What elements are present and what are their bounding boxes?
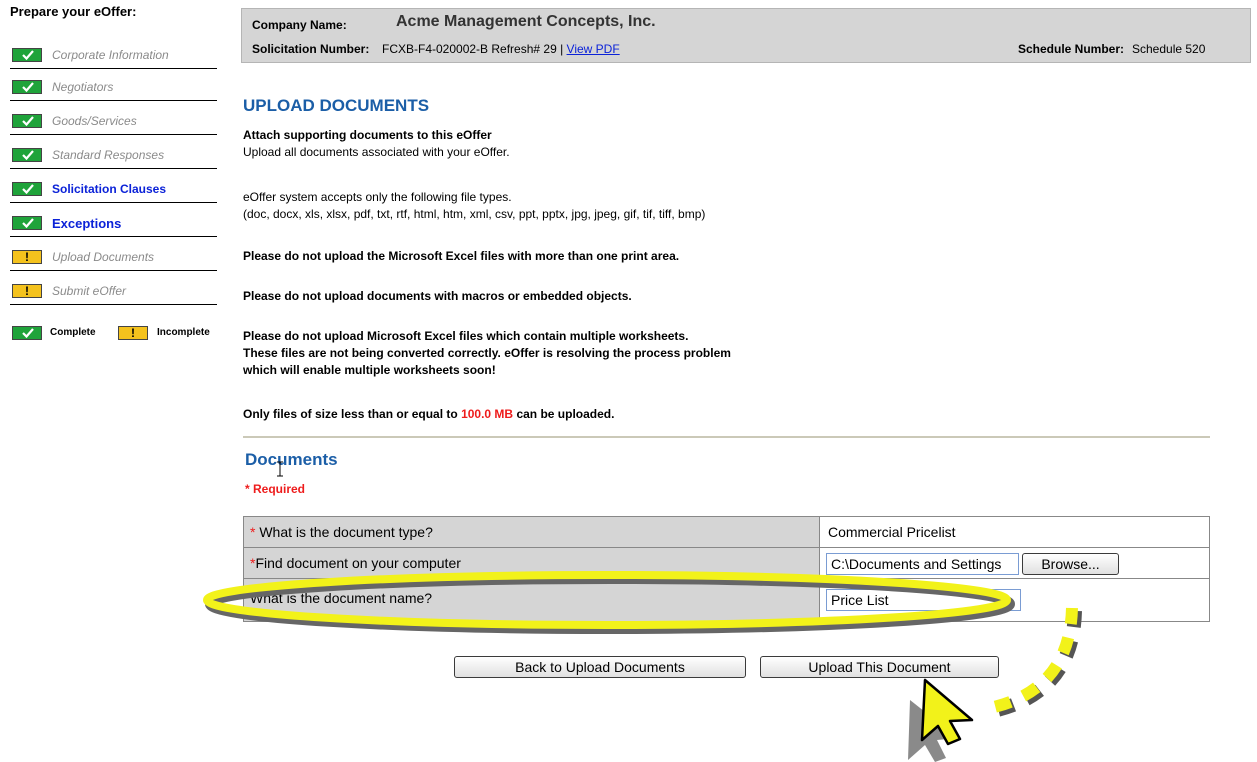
subtitle: Attach supporting documents to this eOff…	[243, 128, 492, 142]
pointer-cursor-icon	[908, 678, 974, 762]
sidebar-item-label: Standard Responses	[52, 148, 165, 162]
warning-worksheets-1: Please do not upload Microsoft Excel fil…	[243, 329, 689, 343]
check-icon	[12, 48, 42, 62]
answer-cell: Commercial Pricelist	[821, 517, 1209, 547]
warning-macros: Please do not upload documents with macr…	[243, 289, 632, 303]
file-path-input[interactable]: C:\Documents and Settings	[826, 553, 1019, 575]
document-type-row: * What is the document type? Commercial …	[244, 517, 1209, 548]
question-label: What is the document name?	[250, 590, 433, 606]
answer-cell: C:\Documents and Settings Browse...	[821, 548, 1209, 578]
warning-worksheets-2: These files are not being converted corr…	[243, 346, 731, 360]
sidebar-item-solicitation-clauses[interactable]: Solicitation Clauses	[10, 172, 217, 203]
sidebar-item-label: Goods/Services	[52, 114, 137, 128]
sidebar-item-label: Negotiators	[52, 80, 114, 94]
question-cell: *Find document on your computer	[244, 548, 820, 578]
document-type-value: Commercial Pricelist	[828, 524, 956, 540]
solicitation-label: Solicitation Number:	[252, 42, 370, 56]
schedule-number: Schedule 520	[1132, 42, 1206, 56]
offer-header: Company Name: Acme Management Concepts, …	[241, 8, 1251, 63]
legend-incomplete-label: Incomplete	[157, 327, 210, 338]
document-name-row: What is the document name? Price List	[244, 579, 1209, 621]
status-legend: Complete ! Incomplete	[10, 326, 222, 344]
divider	[243, 436, 1210, 438]
legend-complete-label: Complete	[50, 327, 96, 338]
check-icon	[12, 80, 42, 94]
sidebar-item-negotiators[interactable]: Negotiators	[10, 70, 217, 101]
required-note: * Required	[245, 482, 306, 496]
browse-button[interactable]: Browse...	[1022, 553, 1119, 575]
file-size-limit: Only files of size less than or equal to…	[243, 407, 614, 421]
documents-heading: Documents	[245, 450, 338, 469]
warning-icon: !	[12, 250, 42, 264]
warning-print-area: Please do not upload the Microsoft Excel…	[243, 249, 680, 263]
sidebar-item-label: Upload Documents	[52, 250, 155, 264]
size-value: 100.0 MB	[461, 407, 514, 421]
warning-icon: !	[118, 326, 148, 340]
required-star: *	[250, 524, 256, 540]
sidebar-item-goods-services[interactable]: Goods/Services	[10, 104, 217, 135]
solicitation-value: FCXB-F4-020002-B Refresh# 29 |	[382, 42, 564, 56]
intro-text: Upload all documents associated with you…	[243, 145, 510, 159]
sidebar-item-upload-documents[interactable]: ! Upload Documents	[10, 240, 217, 271]
upload-this-document-button[interactable]: Upload This Document	[760, 656, 999, 678]
back-to-upload-documents-button[interactable]: Back to Upload Documents	[454, 656, 746, 678]
sidebar-item-label: Corporate Information	[52, 48, 169, 62]
question-label: What is the document type?	[259, 524, 433, 540]
check-icon	[12, 148, 42, 162]
sidebar-item-exceptions[interactable]: Exceptions	[10, 206, 217, 237]
document-form: * What is the document type? Commercial …	[243, 516, 1210, 622]
sidebar-item-label: Exceptions	[52, 216, 122, 231]
size-prefix: Only files of size less than or equal to	[243, 407, 458, 421]
company-label: Company Name:	[252, 18, 347, 32]
sidebar-item-submit-eoffer[interactable]: ! Submit eOffer	[10, 274, 217, 305]
warning-icon: !	[12, 284, 42, 298]
question-cell: What is the document name?	[244, 579, 820, 621]
question-label: Find document on your computer	[255, 555, 461, 571]
schedule-label: Schedule Number:	[1018, 42, 1125, 56]
check-icon	[12, 114, 42, 128]
document-name-input[interactable]: Price List	[826, 589, 1021, 611]
sidebar-item-standard-responses[interactable]: Standard Responses	[10, 138, 217, 169]
sidebar-heading: Prepare your eOffer:	[10, 4, 137, 19]
page-title: UPLOAD DOCUMENTS	[243, 96, 430, 115]
size-suffix: can be uploaded.	[516, 407, 615, 421]
sidebar-item-corporate-information[interactable]: Corporate Information	[10, 38, 217, 69]
view-pdf-link[interactable]: View PDF	[567, 42, 620, 56]
company-name: Acme Management Concepts, Inc.	[396, 13, 656, 30]
check-icon	[12, 326, 42, 340]
filetypes-list: (doc, docx, xls, xlsx, pdf, txt, rtf, ht…	[243, 207, 706, 221]
check-icon	[12, 216, 42, 230]
dotted-arrow	[988, 607, 1082, 718]
solicitation-number: FCXB-F4-020002-B Refresh# 29 | View PDF	[382, 42, 620, 56]
answer-cell: Price List	[821, 579, 1209, 621]
sidebar-item-label: Solicitation Clauses	[52, 182, 167, 196]
sidebar-item-label: Submit eOffer	[52, 284, 127, 298]
find-document-row: *Find document on your computer C:\Docum…	[244, 548, 1209, 579]
warning-worksheets-3: which will enable multiple worksheets so…	[243, 363, 496, 377]
question-cell: * What is the document type?	[244, 517, 820, 547]
filetypes-text: eOffer system accepts only the following…	[243, 190, 512, 204]
check-icon	[12, 182, 42, 196]
